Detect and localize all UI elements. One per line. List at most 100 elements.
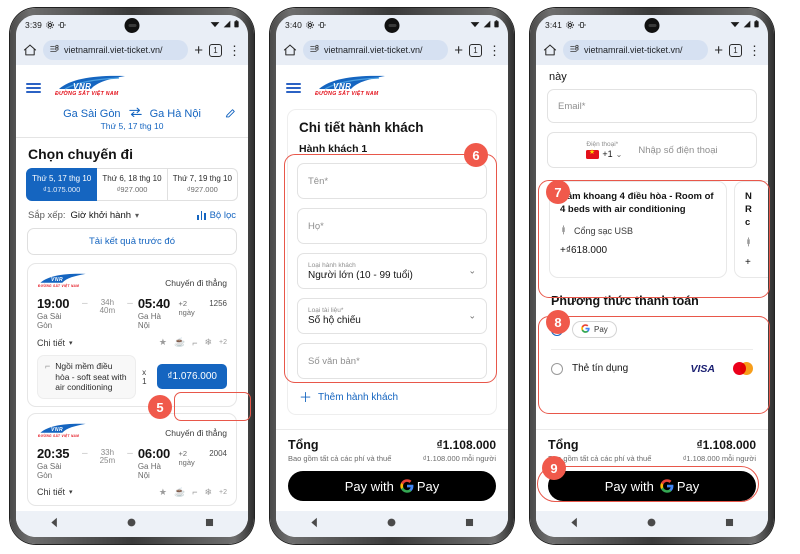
trip-card-0[interactable]: VNR ĐƯỜNG SẮT VIỆT NAM Chuyến đi thẳng 1… — [27, 263, 237, 407]
train-number: 1256 — [209, 299, 227, 308]
home-icon[interactable] — [23, 43, 37, 57]
back-button[interactable] — [569, 515, 580, 533]
back-button[interactable] — [309, 515, 320, 533]
depart-station: Ga Sài Gòn — [37, 312, 62, 330]
document-type-select[interactable]: Loại tài liệu* Số hộ chiếu ⌄ — [297, 298, 487, 334]
add-passenger-button[interactable]: ＋ Thêm hành khách — [297, 388, 487, 414]
email-field[interactable]: Email* — [547, 89, 757, 123]
filter-button[interactable]: Bộ lọc — [197, 210, 236, 221]
recents-button[interactable] — [724, 515, 735, 533]
home-icon[interactable] — [543, 43, 557, 57]
sort-row: Sắp xếp: Giờ khởi hành ▾ Bộ lọc — [16, 201, 248, 228]
passenger-type-select[interactable]: Loại hành khách Người lớn (10 - 99 tuổi)… — [297, 253, 487, 289]
tab-count-button[interactable]: 1 — [469, 43, 482, 57]
url-bar[interactable]: vietnamrail.viet-ticket.vn/ — [563, 40, 709, 60]
trip-duration: 34h 40m — [99, 298, 116, 316]
payment-option-gpay[interactable]: Pay — [549, 318, 755, 349]
google-g-icon — [400, 479, 414, 493]
seat-type-label: Ngồi mềm điều hòa - soft seat with air c… — [55, 361, 127, 393]
phone-label: Điện thoại* — [586, 141, 619, 148]
country-code-select[interactable]: Điện thoại* +1 ⌄ — [586, 141, 630, 159]
pay-with-google-pay-button[interactable]: Pay with Pay — [288, 471, 496, 501]
depart-time: 19:00 — [37, 296, 70, 311]
seat-icon: ⌐ — [192, 337, 198, 348]
recents-button[interactable] — [204, 515, 215, 533]
swap-icon[interactable] — [128, 107, 142, 120]
seat-selection-row: ⌐ Ngồi mềm điều hòa - soft seat with air… — [37, 355, 227, 399]
add-passenger-label: Thêm hành khách — [318, 392, 399, 403]
pay-with-google-pay-button[interactable]: Pay with Pay — [548, 471, 756, 501]
tab-count-button[interactable]: 1 — [209, 43, 222, 57]
day-tab-1[interactable]: Thứ 6, 18 thg 10 ₫927.000 — [97, 168, 168, 201]
route-row[interactable]: Ga Sài Gòn Ga Hà Nội — [16, 105, 248, 120]
country-code-value: +1 — [602, 149, 613, 159]
vnr-logo-text: VNR — [73, 82, 92, 91]
room-card-selected[interactable]: Nằm khoang 4 điều hòa - Room of 4 beds w… — [549, 181, 727, 279]
pencil-icon[interactable] — [225, 106, 236, 124]
browser-menu-button[interactable]: ⋮ — [228, 44, 241, 57]
payment-method-section: Phương thức thanh toán Pay Thẻ tín dụng … — [536, 278, 768, 379]
day-tab-2[interactable]: Thứ 7, 19 thg 10 ₫927.000 — [167, 168, 238, 201]
room-options-carousel[interactable]: Nằm khoang 4 điều hòa - Room of 4 beds w… — [536, 177, 768, 279]
trip-details-toggle[interactable]: Chi tiết ▾ — [37, 487, 73, 497]
phone-frame-2: 3:40 vietnamrail.viet-ticket.vn/ + 1 ⋮ V… — [270, 8, 514, 544]
amenities-list: ★ ☕ ⌐ ❄ +2 — [159, 487, 227, 498]
reload-previous-results-button[interactable]: Tải kết quả trước đó — [27, 228, 237, 255]
new-tab-button[interactable]: + — [714, 43, 723, 58]
hamburger-menu-icon[interactable] — [286, 82, 301, 94]
home-button[interactable] — [126, 515, 137, 533]
trip-card-1[interactable]: VNR ĐƯỜNG SẮT VIỆT NAM Chuyến đi thẳng 2… — [27, 412, 237, 506]
first-name-field[interactable]: Tên* — [297, 163, 487, 199]
trip-duration: 33h 25m — [99, 447, 116, 466]
phone-screen-2: 3:40 vietnamrail.viet-ticket.vn/ + 1 ⋮ V… — [276, 15, 508, 537]
total-footer-3: Tổng Bao gồm tất cả các phí và thuế ₫1.1… — [536, 429, 768, 511]
browser-menu-button[interactable]: ⋮ — [748, 44, 761, 57]
seat-type-box[interactable]: ⌐ Ngồi mềm điều hòa - soft seat with air… — [37, 355, 137, 399]
vnr-logo-small: VNR ĐƯỜNG SẮT VIỆT NAM — [37, 422, 89, 442]
url-bar[interactable]: vietnamrail.viet-ticket.vn/ — [303, 40, 449, 60]
room-card-next-partial[interactable]: NRc + — [734, 181, 768, 279]
chevron-down-icon: ⌄ — [468, 265, 476, 276]
passenger-label: Hành khách 1 — [299, 143, 368, 155]
new-tab-button[interactable]: + — [194, 43, 203, 58]
trip-details-toggle[interactable]: Chi tiết ▾ — [37, 338, 73, 348]
tab-count-button[interactable]: 1 — [729, 43, 742, 57]
chevron-down-icon[interactable]: ▾ — [135, 211, 139, 220]
room-amenity-partial — [745, 237, 768, 249]
home-icon[interactable] — [283, 43, 297, 57]
dash-separator: – — [127, 447, 133, 459]
credit-card-label: Thẻ tín dụng — [572, 363, 629, 375]
annotation-badge-7: 7 — [546, 180, 570, 204]
room-title-partial: NRc — [745, 191, 752, 228]
url-bar[interactable]: vietnamrail.viet-ticket.vn/ — [43, 40, 189, 60]
new-tab-button[interactable]: + — [454, 43, 463, 58]
depart-time: 20:35 — [37, 445, 70, 461]
trip-price-button[interactable]: ₫1.076.000 — [157, 364, 227, 390]
radio-credit-card[interactable] — [551, 362, 563, 375]
day-tab-0[interactable]: Thứ 5, 17 thg 10 ₫1.075.000 — [26, 168, 98, 201]
last-name-field[interactable]: Họ* — [297, 208, 487, 244]
front-camera — [644, 18, 660, 33]
sort-value[interactable]: Giờ khởi hành — [71, 210, 132, 221]
browser-menu-button[interactable]: ⋮ — [488, 44, 501, 57]
vnr-logo: VNR ĐƯỜNG SẮT VIỆT NAM — [51, 73, 131, 103]
phone-number-field[interactable]: Điện thoại* +1 ⌄ Nhập số điện thoại — [547, 132, 757, 168]
document-number-field[interactable]: Số văn bản* — [297, 343, 487, 379]
route-date: Thứ 5, 17 thg 10 — [100, 121, 164, 131]
payment-title: Phương thức thanh toán — [551, 294, 699, 309]
seat-quantity: x 1 — [142, 367, 147, 386]
vnr-logo-text: VNR — [51, 426, 64, 433]
chevron-down-icon: ▾ — [69, 489, 73, 497]
back-button[interactable] — [49, 515, 60, 533]
plus-days-label: +2 ngày — [178, 448, 195, 467]
home-button[interactable] — [386, 515, 397, 533]
front-camera — [384, 18, 400, 33]
wifi-icon — [470, 20, 480, 30]
first-name-placeholder: Tên* — [308, 175, 329, 187]
recents-button[interactable] — [464, 515, 475, 533]
payment-option-card[interactable]: Thẻ tín dụng VISA — [549, 359, 755, 379]
home-button[interactable] — [646, 515, 657, 533]
direct-trip-label: Chuyến đi thẳng — [165, 278, 227, 288]
site-settings-icon — [570, 41, 580, 59]
hamburger-menu-icon[interactable] — [26, 82, 41, 94]
